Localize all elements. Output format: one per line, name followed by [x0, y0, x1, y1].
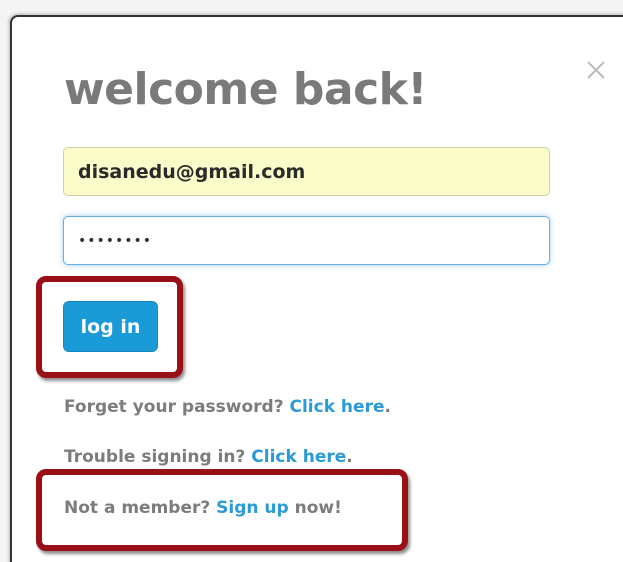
trouble-signing-text: Trouble signing in?	[64, 447, 252, 467]
signup-suffix: now!	[288, 498, 342, 518]
screen: welcome back! log in Forget your passwor…	[0, 0, 623, 562]
close-icon[interactable]	[584, 58, 608, 82]
signup-line: Not a member? Sign up now!	[64, 497, 342, 519]
forgot-password-text: Forget your password?	[64, 397, 290, 417]
login-button[interactable]: log in	[63, 301, 158, 352]
forgot-password-period: .	[384, 397, 391, 417]
password-field[interactable]	[63, 216, 550, 265]
trouble-signing-period: .	[346, 447, 353, 467]
trouble-signing-line: Trouble signing in? Click here.	[64, 446, 353, 468]
signup-link[interactable]: Sign up	[216, 498, 289, 518]
trouble-signing-link[interactable]: Click here	[251, 447, 346, 467]
email-field[interactable]	[63, 147, 550, 196]
forgot-password-line: Forget your password? Click here.	[64, 396, 391, 418]
signup-text: Not a member?	[64, 498, 217, 518]
forgot-password-link[interactable]: Click here	[290, 397, 385, 417]
modal-title: welcome back!	[64, 64, 428, 115]
